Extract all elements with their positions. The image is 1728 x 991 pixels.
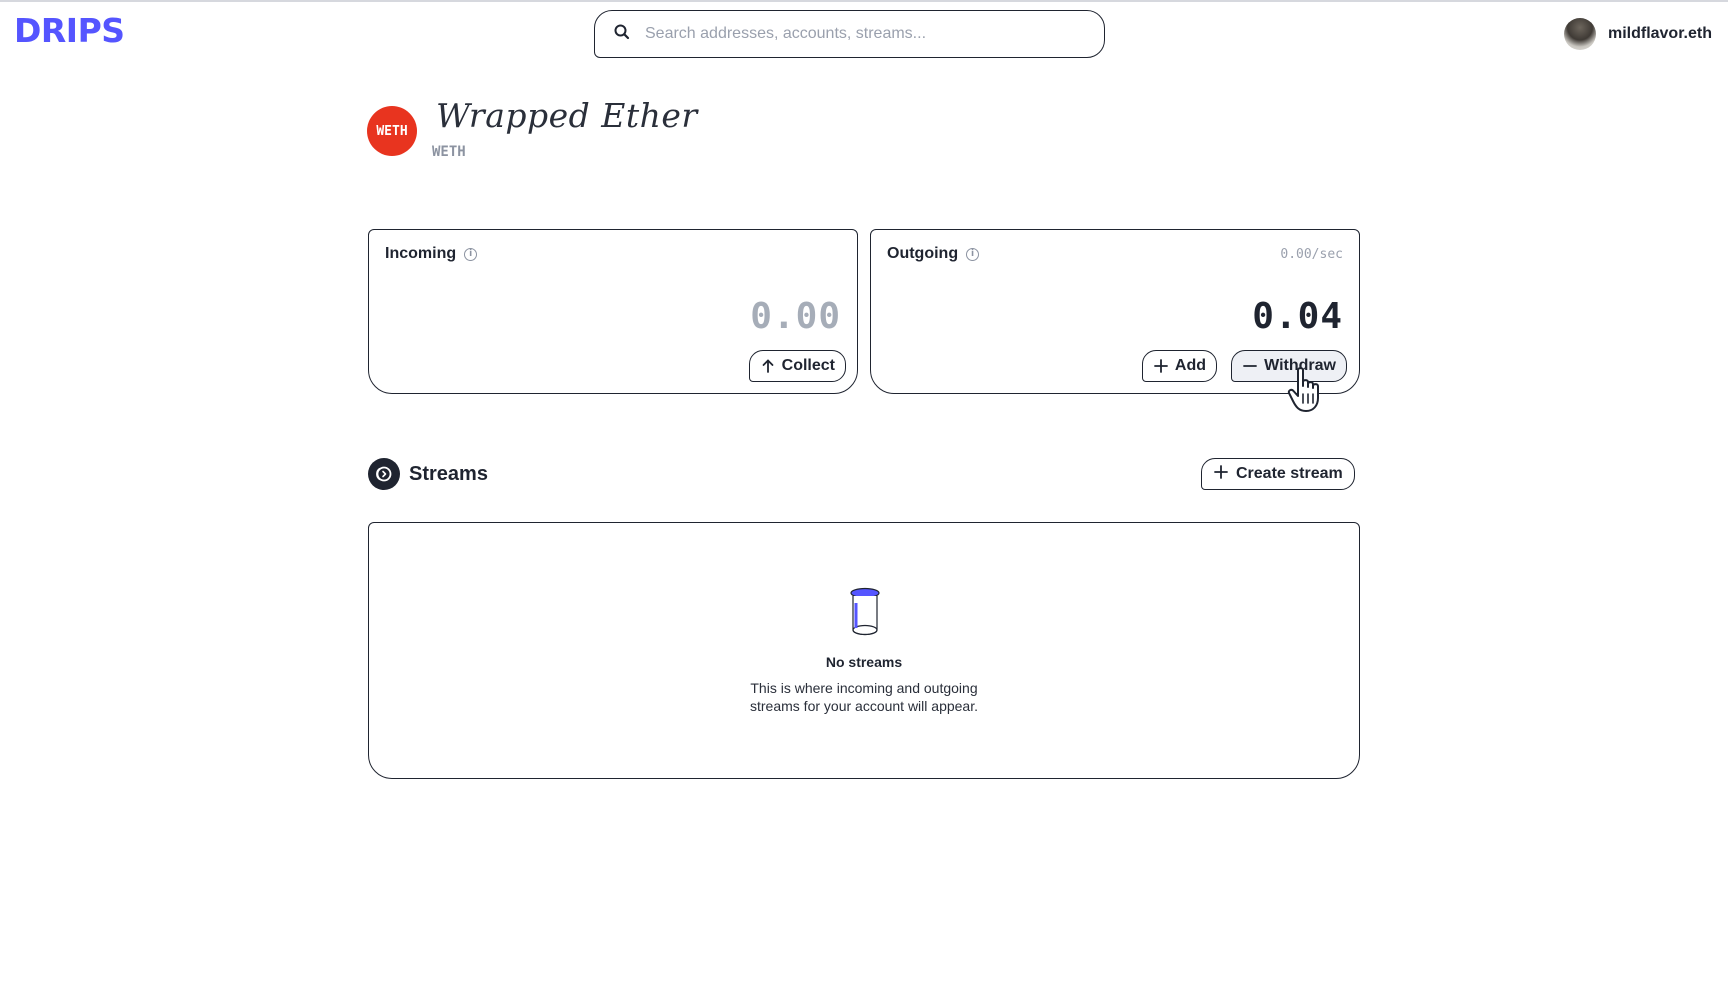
search-bar[interactable]: [594, 10, 1105, 58]
collect-label: Collect: [781, 357, 835, 374]
drips-logo[interactable]: DRIPS: [14, 14, 125, 48]
info-icon[interactable]: i: [464, 247, 478, 261]
add-label: Add: [1174, 357, 1206, 374]
outgoing-rate: 0.00/sec: [1280, 247, 1343, 262]
top-border: [0, 0, 1728, 2]
streams-title: Streams: [409, 462, 488, 485]
avatar[interactable]: [1563, 18, 1596, 50]
create-stream-label: Create stream: [1236, 465, 1343, 482]
streams-empty-state: No streams This is where incoming and ou…: [368, 522, 1360, 779]
hand-cursor-icon: [1286, 366, 1326, 419]
user-menu[interactable]: mildflavor.eth: [1563, 18, 1712, 50]
outgoing-title-label: Outgoing: [887, 245, 959, 262]
incoming-title: Incoming i: [385, 245, 478, 263]
search-icon: [613, 23, 631, 46]
plus-icon: [1213, 464, 1229, 485]
streams-header: Streams: [368, 458, 488, 490]
streams-icon: [368, 458, 400, 490]
incoming-title-label: Incoming: [385, 245, 457, 262]
arrow-up-icon: [760, 358, 776, 374]
token-badge: WETH: [367, 106, 417, 156]
plus-icon: [1153, 358, 1169, 374]
token-name: Wrapped Ether: [436, 96, 698, 135]
incoming-card: Incoming i 0.00 Collect: [368, 229, 858, 394]
incoming-amount: 0.00: [750, 296, 841, 337]
search-input[interactable]: [645, 25, 1085, 43]
empty-description: This is where incoming and outgoing stre…: [750, 680, 978, 714]
outgoing-amount: 0.04: [1252, 296, 1343, 337]
create-stream-button[interactable]: Create stream: [1201, 458, 1355, 490]
user-name[interactable]: mildflavor.eth: [1608, 25, 1712, 43]
add-button[interactable]: Add: [1141, 350, 1217, 382]
empty-title: No streams: [825, 654, 903, 670]
info-icon[interactable]: i: [966, 247, 980, 261]
collect-button[interactable]: Collect: [748, 350, 846, 382]
minus-icon: [1242, 358, 1258, 374]
token-symbol: WETH: [432, 144, 466, 160]
outgoing-title: Outgoing i: [887, 245, 980, 263]
jar-icon: [847, 587, 883, 642]
